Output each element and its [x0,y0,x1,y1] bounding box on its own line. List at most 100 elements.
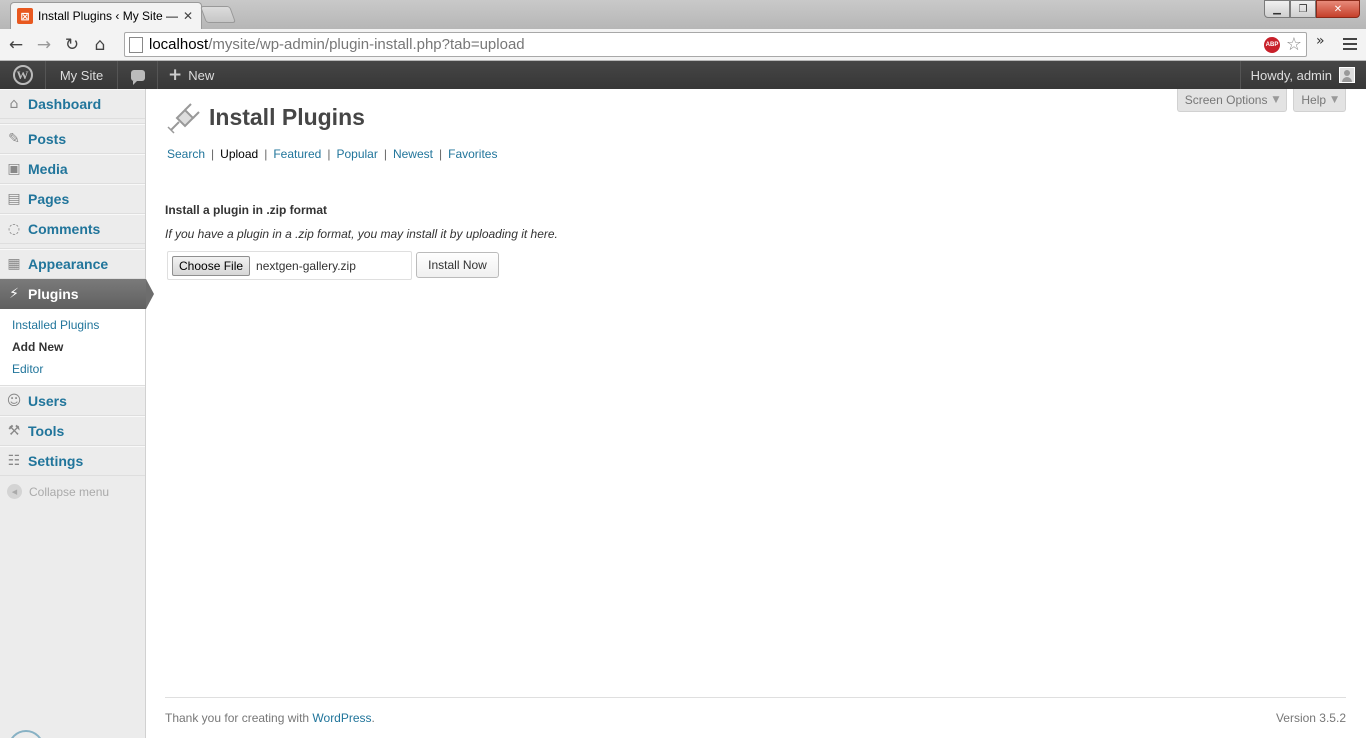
separator: | [211,147,215,161]
separator: | [438,147,443,161]
tools-icon: ⚒ [7,423,21,439]
address-bar[interactable]: localhost/mysite/wp-admin/plugin-install… [124,32,1307,57]
choose-file-button[interactable]: Choose File [172,255,251,276]
media-icon: ▣ [7,161,21,177]
footer-thanks-text: Thank you for creating with [165,711,313,725]
home-icon[interactable]: ⌂ [86,31,114,59]
separator: | [383,147,387,161]
xampp-favicon-icon: ⊠ [17,8,33,24]
admin-bar: W My Site + New Howdy, admin [0,61,1366,89]
plus-icon: + [168,65,183,85]
sidebar-item-plugins[interactable]: ⚡ Plugins [0,279,154,309]
upload-section-title: Install a plugin in .zip format [165,203,328,217]
upload-description: If you have a plugin in a .zip format, y… [165,227,558,241]
browser-toolbar: ← → ↻ ⌂ localhost/mysite/wp-admin/plugin… [0,29,1366,61]
admin-sidebar: ⌂ Dashboard ✎ Posts ▣ Media ▤ Pages ◌ Co… [0,89,154,738]
tab-search[interactable]: Search [167,147,205,161]
menu-icon[interactable] [1343,35,1357,53]
submenu-editor[interactable]: Editor [0,359,145,381]
browser-tab-strip: ⊠ Install Plugins ‹ My Site — ✕ ▁ ❐ ✕ [0,0,1366,29]
collapse-arrow-icon: ◀ [7,484,22,499]
page-header: Install Plugins [165,100,365,134]
pages-icon: ▤ [7,191,21,207]
collapse-menu-button[interactable]: ◀ Collapse menu [0,484,145,499]
sidebar-item-tools[interactable]: ⚒ Tools [0,416,145,446]
plugin-icon [167,103,200,134]
screen-meta-links: Screen Options ▼ Help ▼ [1171,89,1346,112]
adblock-icon[interactable]: ABP [1264,37,1280,53]
wordpress-logo-icon[interactable]: W [0,61,46,89]
pin-icon: ✎ [8,131,20,147]
back-icon[interactable]: ← [2,31,30,59]
chevron-down-icon: ▼ [1272,95,1280,105]
reload-icon[interactable]: ↻ [58,31,86,59]
install-now-button[interactable]: Install Now [416,252,499,278]
sidebar-item-appearance[interactable]: ▦ Appearance [0,249,145,279]
window-controls: ▁ ❐ ✕ [1264,0,1360,18]
footer-credit: Thank you for creating with WordPress. [165,711,375,725]
tab-featured[interactable]: Featured [273,147,321,161]
page-title: Install Plugins [209,103,365,130]
sidebar-item-users[interactable]: ☺ Users [0,386,145,416]
comments-icon[interactable] [118,61,158,89]
separator: | [327,147,331,161]
sidebar-item-posts[interactable]: ✎ Posts [0,124,145,154]
sidebar-item-label: Settings [28,453,84,469]
file-input: Choose File nextgen-gallery.zip [167,251,412,280]
sidebar-item-label: Tools [28,423,65,439]
selected-file-name: nextgen-gallery.zip [256,258,356,273]
sidebar-item-pages[interactable]: ▤ Pages [0,184,145,214]
screen-options-button[interactable]: Screen Options ▼ [1176,89,1288,112]
sidebar-item-label: Plugins [28,286,79,302]
tab-popular[interactable]: Popular [336,147,377,161]
submenu-add-new[interactable]: Add New [0,337,145,359]
sidebar-item-label: Posts [28,131,67,147]
admin-bar-new-label: New [188,67,215,83]
footer-divider [165,697,1346,698]
admin-bar-site[interactable]: My Site [46,61,118,89]
footer-version: Version 3.5.2 [1275,711,1346,725]
browser-tab[interactable]: ⊠ Install Plugins ‹ My Site — ✕ [10,2,202,29]
sidebar-item-comments[interactable]: ◌ Comments [0,214,145,244]
url-text: localhost/mysite/wp-admin/plugin-install… [149,36,525,53]
sidebar-item-label: Dashboard [28,96,102,112]
plugin-install-tabs: Search | Upload | Featured | Popular | Newes… [167,147,497,161]
chevron-down-icon: ▼ [1331,95,1338,105]
tab-close-icon[interactable]: ✕ [183,9,193,23]
maximize-icon[interactable]: ❐ [1290,0,1316,18]
tab-title: Install Plugins ‹ My Site — [38,9,178,23]
sidebar-item-dashboard[interactable]: ⌂ Dashboard [0,89,145,119]
partial-circle-icon [8,730,44,738]
wordpress-link[interactable]: WordPress [312,711,371,725]
help-label: Help [1301,93,1327,107]
star-icon[interactable]: ☆ [1286,34,1302,55]
settings-icon: ☷ [7,453,21,469]
extensions-overflow-icon[interactable]: » [1316,33,1325,49]
new-tab-button[interactable] [199,6,237,23]
tab-upload[interactable]: Upload [220,147,258,161]
submenu-installed-plugins[interactable]: Installed Plugins [0,315,145,337]
minimize-icon[interactable]: ▁ [1264,0,1290,18]
sidebar-item-label: Comments [28,221,101,237]
plug-icon: ⚡ [9,286,19,302]
sidebar-item-settings[interactable]: ☷ Settings [0,446,145,476]
users-icon: ☺ [6,393,22,409]
admin-bar-account[interactable]: Howdy, admin [1239,61,1366,89]
tab-favorites[interactable]: Favorites [448,147,497,161]
screen-options-label: Screen Options [1184,93,1268,107]
page-icon [129,36,143,53]
help-button[interactable]: Help ▼ [1293,89,1346,112]
appearance-icon: ▦ [7,256,21,272]
sidebar-item-media[interactable]: ▣ Media [0,154,145,184]
tab-newest[interactable]: Newest [393,147,433,161]
close-window-icon[interactable]: ✕ [1316,0,1360,18]
admin-bar-new[interactable]: + New [158,61,224,89]
plugins-submenu: Installed Plugins Add New Editor [0,309,145,386]
comment-icon: ◌ [7,221,21,237]
collapse-menu-label: Collapse menu [29,484,110,499]
sidebar-item-label: Pages [28,191,70,207]
avatar [1339,67,1355,83]
sidebar-item-label: Users [28,393,67,409]
sidebar-item-label: Appearance [28,256,109,272]
forward-icon[interactable]: → [30,31,58,59]
